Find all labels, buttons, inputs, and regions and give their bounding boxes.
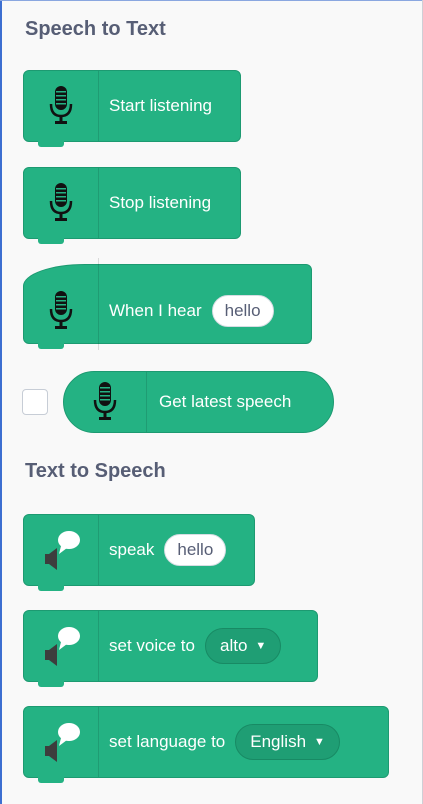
set-language-label: set language to — [109, 732, 226, 751]
get-latest-speech-checkbox[interactable] — [22, 389, 48, 415]
microphone-icon-wrap — [24, 168, 99, 238]
speak-label: speak — [109, 540, 155, 559]
set-voice-label: set voice to — [109, 636, 195, 655]
when-i-hear-label: When I hear — [109, 301, 202, 320]
block-notch — [38, 141, 64, 147]
speak-text-input[interactable]: hello — [164, 534, 227, 566]
stop-listening-block[interactable]: Stop listening — [23, 167, 241, 244]
speaker-speech-bubble-icon — [45, 723, 80, 762]
microphone-icon — [49, 291, 73, 329]
get-latest-speech-reporter[interactable]: Get latest speech — [63, 371, 334, 433]
speak-block[interactable]: speak hello — [23, 514, 255, 591]
microphone-icon — [49, 183, 73, 221]
speech-bubble-icon-wrap — [24, 611, 99, 681]
block-notch — [38, 585, 64, 591]
frame-left-border — [0, 0, 2, 804]
speech-bubble-icon-wrap — [24, 515, 99, 585]
block-notch — [38, 681, 64, 687]
start-listening-block[interactable]: Start listening — [23, 70, 241, 147]
language-dropdown[interactable]: English ▼ — [235, 724, 340, 760]
when-i-hear-block[interactable]: When I hear hello — [23, 258, 312, 350]
category-title-text-to-speech: Text to Speech — [25, 460, 166, 482]
block-notch — [38, 777, 64, 783]
chevron-down-icon: ▼ — [314, 736, 325, 748]
set-voice-block[interactable]: set voice to alto ▼ — [23, 610, 318, 687]
start-listening-label: Start listening — [109, 96, 212, 115]
chevron-down-icon: ▼ — [255, 640, 267, 652]
get-latest-speech-label: Get latest speech — [159, 392, 292, 411]
voice-dropdown-value: alto — [220, 636, 248, 655]
voice-dropdown[interactable]: alto ▼ — [205, 628, 282, 664]
speaker-speech-bubble-icon — [45, 531, 80, 570]
speaker-speech-bubble-icon — [45, 627, 80, 666]
set-language-block[interactable]: set language to English ▼ — [23, 706, 389, 783]
microphone-icon-wrap — [64, 372, 147, 432]
microphone-icon-wrap — [24, 258, 99, 350]
microphone-icon-wrap — [24, 71, 99, 141]
microphone-icon — [93, 382, 117, 420]
category-title-speech-to-text: Speech to Text — [25, 18, 166, 40]
microphone-icon — [49, 86, 73, 124]
when-i-hear-input[interactable]: hello — [211, 295, 274, 327]
language-dropdown-value: English — [250, 732, 307, 751]
stop-listening-label: Stop listening — [109, 193, 212, 212]
speech-bubble-icon-wrap — [24, 707, 99, 777]
frame-top-border — [0, 0, 423, 1]
block-notch — [38, 343, 64, 349]
block-notch — [38, 238, 64, 244]
